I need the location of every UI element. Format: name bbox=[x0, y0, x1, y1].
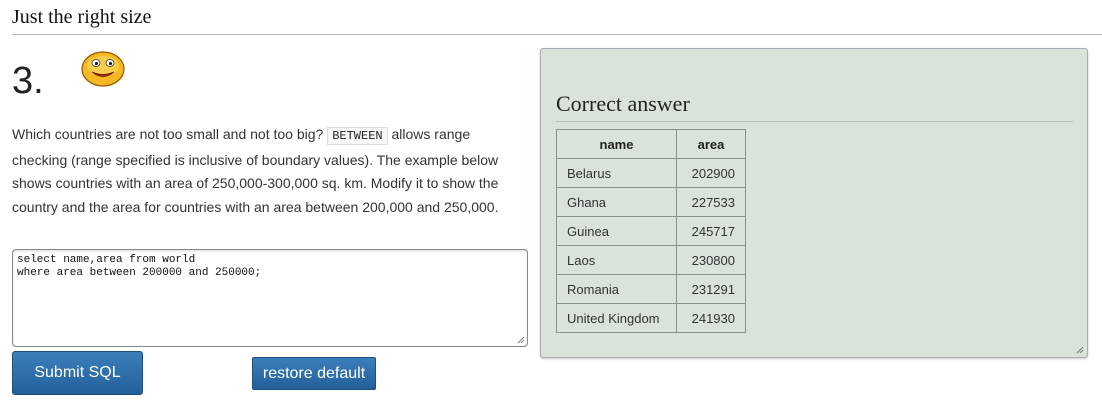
cell-area: 231291 bbox=[676, 274, 746, 304]
table-row: Romania 231291 bbox=[556, 274, 746, 304]
cell-name: Guinea bbox=[556, 216, 677, 246]
question-number: 3. bbox=[12, 60, 44, 102]
cell-name: Ghana bbox=[556, 187, 677, 217]
sql-editor[interactable]: select name,area from world where area b… bbox=[12, 249, 528, 347]
cell-name: Romania bbox=[556, 274, 677, 304]
table-row: Ghana 227533 bbox=[556, 187, 746, 217]
smiley-face-icon bbox=[81, 51, 125, 87]
title-divider bbox=[12, 34, 1102, 35]
section-title: Just the right size bbox=[12, 6, 152, 28]
cell-area: 230800 bbox=[676, 245, 746, 275]
result-table: name area Belarus 202900 Ghana 227533 Guin… bbox=[556, 129, 746, 333]
cell-area: 245717 bbox=[676, 216, 746, 246]
cell-area: 227533 bbox=[676, 187, 746, 217]
cell-area: 202900 bbox=[676, 158, 746, 188]
table-row: Laos 230800 bbox=[556, 245, 746, 275]
question-text: Which countries are not too small and no… bbox=[12, 123, 517, 219]
cell-name: United Kingdom bbox=[556, 303, 677, 333]
cell-area: 241930 bbox=[676, 303, 746, 333]
column-header-area: area bbox=[676, 129, 746, 159]
question-text-before: Which countries are not too small and no… bbox=[12, 126, 328, 142]
table-row: Belarus 202900 bbox=[556, 158, 746, 188]
cell-name: Belarus bbox=[556, 158, 677, 188]
between-keyword: BETWEEN bbox=[327, 127, 388, 145]
sql-editor-text[interactable]: select name,area from world where area b… bbox=[17, 254, 261, 279]
table-row: United Kingdom 241930 bbox=[556, 303, 746, 333]
table-row: Guinea 245717 bbox=[556, 216, 746, 246]
answer-title: Correct answer bbox=[556, 91, 690, 116]
submit-sql-button[interactable]: Submit SQL bbox=[12, 351, 143, 395]
answer-divider bbox=[556, 121, 1073, 122]
restore-default-button[interactable]: restore default bbox=[252, 357, 376, 390]
answer-panel: Correct answer name area Belarus 202900 G… bbox=[540, 48, 1088, 358]
resize-grip-icon[interactable] bbox=[1076, 346, 1084, 354]
table-header-row: name area bbox=[556, 129, 746, 159]
cell-name: Laos bbox=[556, 245, 677, 275]
column-header-name: name bbox=[556, 129, 677, 159]
resize-grip-icon[interactable] bbox=[517, 336, 525, 344]
